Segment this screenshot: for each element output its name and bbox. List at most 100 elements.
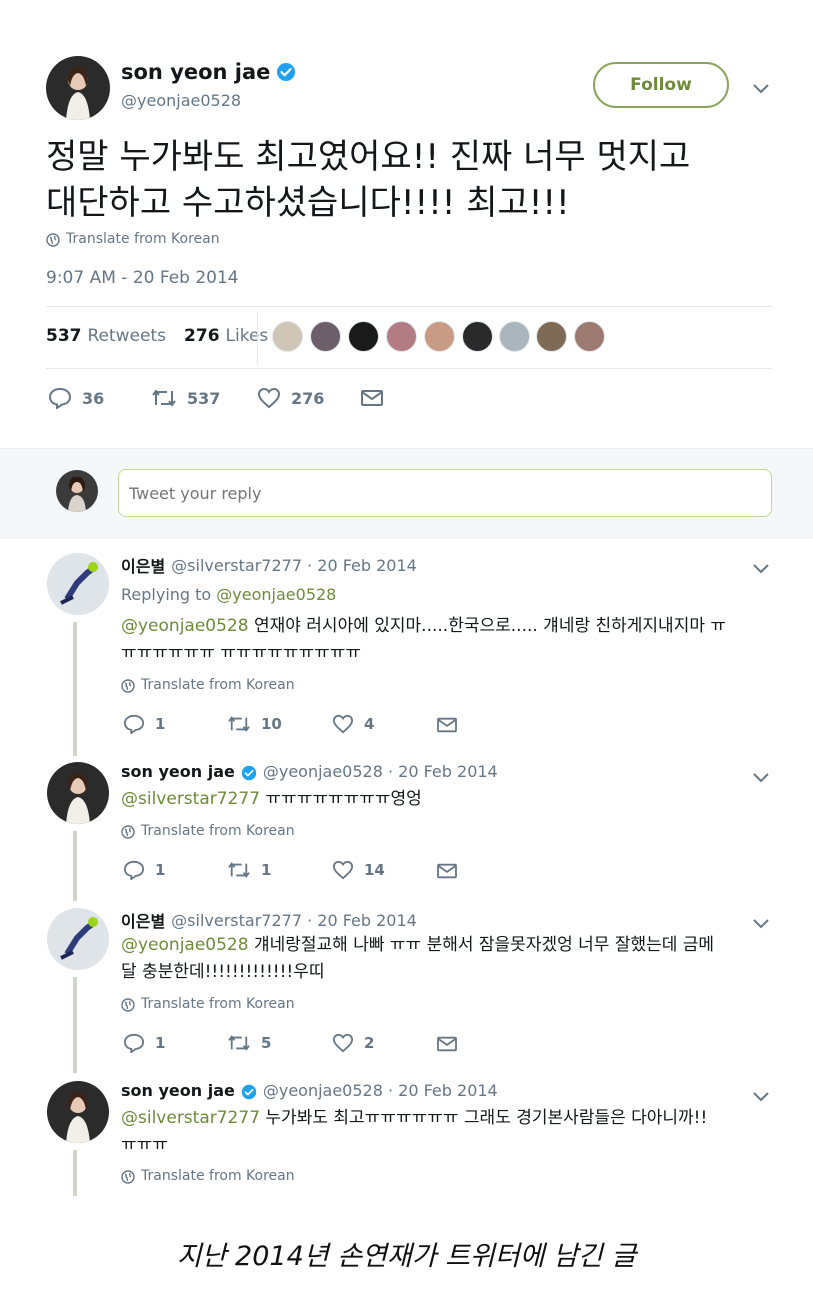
reply-author-avatar[interactable] (47, 1081, 109, 1143)
like-count: 4 (364, 715, 375, 733)
reply-text-line: 걔네랑절교해 나빠 ㅠㅠ 분해서 잠을못자겠엉 너무 잘했는데 금메 (253, 935, 715, 955)
reply-count: 36 (82, 388, 105, 408)
retweet-action[interactable]: 1 (227, 860, 271, 880)
main-tweet-line-1: 정말 누가봐도 최고였어요!! 진짜 너무 멋지고 (46, 137, 691, 177)
retweet-icon (227, 860, 251, 880)
main-display-name[interactable]: son yeon jae (121, 60, 270, 84)
retweet-action[interactable]: 5 (227, 1033, 271, 1053)
chevron-down-icon[interactable] (752, 560, 770, 574)
likes-count[interactable]: 276 (184, 326, 220, 346)
mention-link[interactable]: @silverstar7277 (121, 1108, 260, 1128)
translate-label: Translate from Korean (141, 1168, 295, 1184)
reply-handle-date[interactable]: @yeonjae0528 · 20 Feb 2014 (263, 762, 498, 781)
chevron-down-icon[interactable] (752, 769, 770, 783)
reply-text-line: 누가봐도 최고ㅠㅠㅠㅠㅠㅠ 그래도 경기본사람들은 다아니까!! (265, 1108, 708, 1128)
translate-link[interactable]: Translate from Korean (121, 822, 295, 840)
reply-handle-date[interactable]: @silverstar7277 · 20 Feb 2014 (171, 911, 417, 930)
retweet-count: 5 (261, 1034, 272, 1052)
chevron-down-icon[interactable] (752, 80, 770, 94)
reply-count: 1 (155, 861, 166, 879)
heart-icon (332, 1033, 354, 1053)
main-avatar[interactable] (46, 56, 110, 120)
reply-author-avatar[interactable] (47, 762, 109, 824)
reply-text: @yeonjae0528 연재야 러시아에 있지마.....한국으로..... … (121, 613, 726, 667)
liker-avatar[interactable] (386, 321, 417, 352)
thread-line (73, 831, 77, 901)
envelope-icon (436, 1033, 458, 1053)
reply-author-name[interactable]: son yeon jae (121, 762, 235, 781)
reply-count: 1 (155, 715, 166, 733)
liker-avatar[interactable] (536, 321, 567, 352)
like-count: 2 (364, 1034, 375, 1052)
reply-input[interactable] (118, 469, 772, 517)
retweet-icon (227, 1033, 251, 1053)
mention-link[interactable]: @silverstar7277 (121, 789, 260, 809)
main-handle[interactable]: @yeonjae0528 (121, 91, 241, 110)
message-action[interactable] (436, 1033, 458, 1053)
like-action[interactable]: 4 (332, 714, 374, 734)
retweet-count: 1 (261, 861, 272, 879)
reply-handle-date[interactable]: @silverstar7277 · 20 Feb 2014 (171, 556, 417, 575)
translate-link[interactable]: Translate from Korean (121, 676, 295, 694)
verified-badge-icon (241, 762, 257, 781)
liker-avatar[interactable] (272, 321, 303, 352)
retweet-count: 10 (261, 715, 282, 733)
reply-icon (123, 860, 145, 880)
message-action[interactable] (436, 860, 458, 880)
follow-button[interactable]: Follow (593, 62, 729, 108)
follow-label: Follow (630, 75, 692, 95)
globe-icon (46, 230, 60, 248)
liker-avatar[interactable] (424, 321, 455, 352)
liker-avatar[interactable] (462, 321, 493, 352)
translate-link[interactable]: Translate from Korean (121, 1167, 295, 1185)
reply-handle-date[interactable]: @yeonjae0528 · 20 Feb 2014 (263, 1081, 498, 1100)
reply-text-line: ㅠㅠㅠ (121, 1135, 168, 1155)
envelope-icon (436, 714, 458, 734)
reply-action[interactable]: 1 (123, 714, 165, 734)
retweet-action[interactable]: 10 (227, 714, 282, 734)
reply-action[interactable]: 1 (123, 860, 165, 880)
reply-author-name[interactable]: son yeon jae (121, 1081, 235, 1100)
reply-text: @silverstar7277 ㅠㅠㅠㅠㅠㅠㅠㅠ영엉 (121, 786, 422, 813)
like-action[interactable]: 2 (332, 1033, 374, 1053)
translate-label: Translate from Korean (141, 677, 295, 693)
replying-to-handle[interactable]: @yeonjae0528 (216, 585, 336, 604)
reply-action[interactable]: 1 (123, 1033, 165, 1053)
liker-avatar[interactable] (310, 321, 341, 352)
like-action[interactable]: 14 (332, 860, 385, 880)
globe-icon (121, 1167, 135, 1185)
reply-text-line: ㅠㅠㅠㅠㅠㅠㅠㅠ영엉 (265, 789, 422, 809)
current-user-avatar[interactable] (56, 470, 98, 512)
main-translate-link[interactable]: Translate from Korean (46, 230, 220, 248)
verified-badge-icon (241, 1081, 257, 1100)
reply-count: 1 (155, 1034, 166, 1052)
liker-avatar[interactable] (348, 321, 379, 352)
tweet-stats: 537 Retweets 276 Likes (46, 326, 268, 346)
reply-author-avatar[interactable] (47, 908, 109, 970)
liker-avatar[interactable] (499, 321, 530, 352)
retweet-action[interactable]: 537 (151, 387, 220, 409)
retweets-count[interactable]: 537 (46, 326, 82, 346)
message-action[interactable] (436, 714, 458, 734)
reply-action[interactable]: 36 (48, 387, 104, 409)
retweets-label[interactable]: Retweets (88, 326, 167, 346)
envelope-icon (360, 387, 384, 408)
chevron-down-icon[interactable] (752, 1088, 770, 1102)
divider (46, 368, 772, 369)
thread-line (73, 1150, 77, 1196)
reply-author-name[interactable]: 이은별 (121, 908, 165, 932)
liker-avatar[interactable] (574, 321, 605, 352)
mention-link[interactable]: @yeonjae0528 (121, 616, 249, 636)
message-action[interactable] (360, 387, 384, 408)
translate-link[interactable]: Translate from Korean (121, 995, 295, 1013)
caption: 지난 2014년 손연재가 트위터에 남긴 글 (176, 1241, 637, 1272)
likes-label[interactable]: Likes (226, 326, 269, 346)
chevron-down-icon[interactable] (752, 915, 770, 929)
main-timestamp[interactable]: 9:07 AM - 20 Feb 2014 (46, 268, 239, 288)
like-action[interactable]: 276 (257, 387, 324, 409)
reply-author-name[interactable]: 이은별 (121, 553, 165, 577)
reply-icon (123, 714, 145, 734)
mention-link[interactable]: @yeonjae0528 (121, 935, 249, 955)
reply-author-avatar[interactable] (47, 553, 109, 615)
reply-icon (123, 1033, 145, 1053)
